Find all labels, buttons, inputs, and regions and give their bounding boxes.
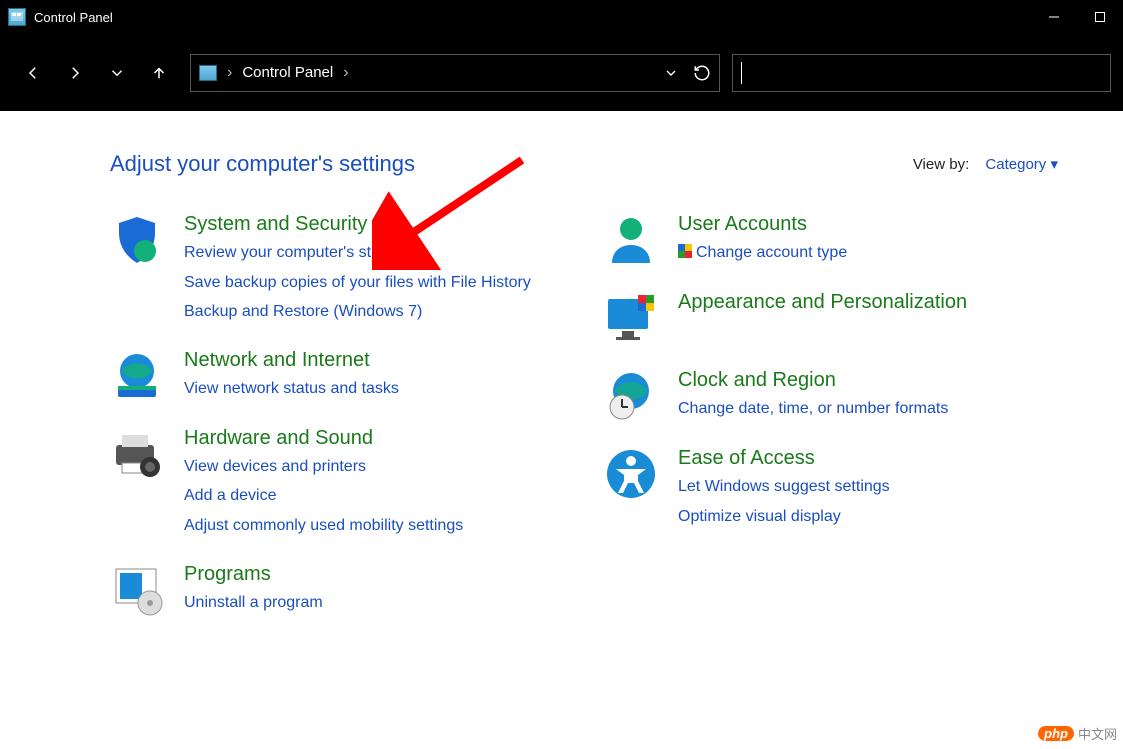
monitor-icon[interactable] <box>604 291 658 345</box>
category-clock-region: Clock and Region Change date, time, or n… <box>604 369 1058 423</box>
search-input[interactable] <box>732 54 1111 92</box>
nav-bar: › Control Panel › <box>0 34 1123 111</box>
globe-icon[interactable] <box>110 349 164 403</box>
category-title[interactable]: Hardware and Sound <box>184 427 463 450</box>
category-appearance: Appearance and Personalization <box>604 291 1058 345</box>
recent-dropdown-button[interactable] <box>96 52 138 94</box>
category-title[interactable]: User Accounts <box>678 213 847 236</box>
category-title[interactable]: System and Security <box>184 213 531 236</box>
title-bar: Control Panel <box>0 0 1123 34</box>
text-cursor <box>741 62 742 84</box>
category-link[interactable]: Add a device <box>184 483 463 509</box>
category-title[interactable]: Ease of Access <box>678 447 890 470</box>
clock-globe-icon[interactable] <box>604 369 658 423</box>
content-area: Adjust your computer's settings View by:… <box>0 111 1123 617</box>
category-programs: Programs Uninstall a program <box>110 563 564 617</box>
up-button[interactable] <box>138 52 180 94</box>
category-system-security: System and Security Review your computer… <box>110 213 564 325</box>
address-icon <box>199 65 217 81</box>
chevron-right-icon: › <box>343 64 348 82</box>
back-button[interactable] <box>12 52 54 94</box>
category-network: Network and Internet View network status… <box>110 349 564 403</box>
category-link[interactable]: Optimize visual display <box>678 504 890 530</box>
category-title[interactable]: Appearance and Personalization <box>678 291 967 314</box>
category-link[interactable]: View devices and printers <box>184 454 463 480</box>
category-title[interactable]: Network and Internet <box>184 349 399 372</box>
category-link[interactable]: Change date, time, or number formats <box>678 396 948 422</box>
chevron-right-icon: › <box>227 64 232 82</box>
minimize-button[interactable] <box>1031 0 1077 34</box>
forward-button[interactable] <box>54 52 96 94</box>
accessibility-icon[interactable] <box>604 447 658 501</box>
category-title[interactable]: Clock and Region <box>678 369 948 392</box>
category-hardware: Hardware and Sound View devices and prin… <box>110 427 564 539</box>
category-link[interactable]: Save backup copies of your files with Fi… <box>184 270 531 296</box>
category-user-accounts: User Accounts Change account type <box>604 213 1058 267</box>
category-link[interactable]: Review your computer's status <box>184 240 531 266</box>
category-ease-of-access: Ease of Access Let Windows suggest setti… <box>604 447 1058 529</box>
address-dropdown-icon[interactable] <box>663 65 679 81</box>
control-panel-icon <box>8 8 26 26</box>
shield-icon[interactable] <box>110 213 164 267</box>
window-title: Control Panel <box>34 10 113 25</box>
programs-icon[interactable] <box>110 563 164 617</box>
breadcrumb-root[interactable]: Control Panel <box>242 64 333 81</box>
maximize-button[interactable] <box>1077 0 1123 34</box>
watermark-brand: php <box>1038 726 1074 741</box>
viewby-label: View by: <box>913 156 969 173</box>
user-icon[interactable] <box>604 213 658 267</box>
category-link[interactable]: Let Windows suggest settings <box>678 474 890 500</box>
address-bar[interactable]: › Control Panel › <box>190 54 720 92</box>
category-link[interactable]: View network status and tasks <box>184 376 399 402</box>
category-link[interactable]: Change account type <box>678 240 847 266</box>
printer-icon[interactable] <box>110 427 164 481</box>
category-link[interactable]: Adjust commonly used mobility settings <box>184 513 463 539</box>
watermark: php 中文网 <box>1038 724 1117 743</box>
category-title[interactable]: Programs <box>184 563 323 586</box>
viewby-value: Category <box>985 156 1046 173</box>
view-by-selector[interactable]: View by: Category ▾ <box>913 155 1058 173</box>
category-link[interactable]: Backup and Restore (Windows 7) <box>184 299 531 325</box>
category-link[interactable]: Uninstall a program <box>184 590 323 616</box>
page-title: Adjust your computer's settings <box>110 151 415 177</box>
watermark-text: 中文网 <box>1078 724 1117 743</box>
refresh-icon[interactable] <box>693 64 711 82</box>
